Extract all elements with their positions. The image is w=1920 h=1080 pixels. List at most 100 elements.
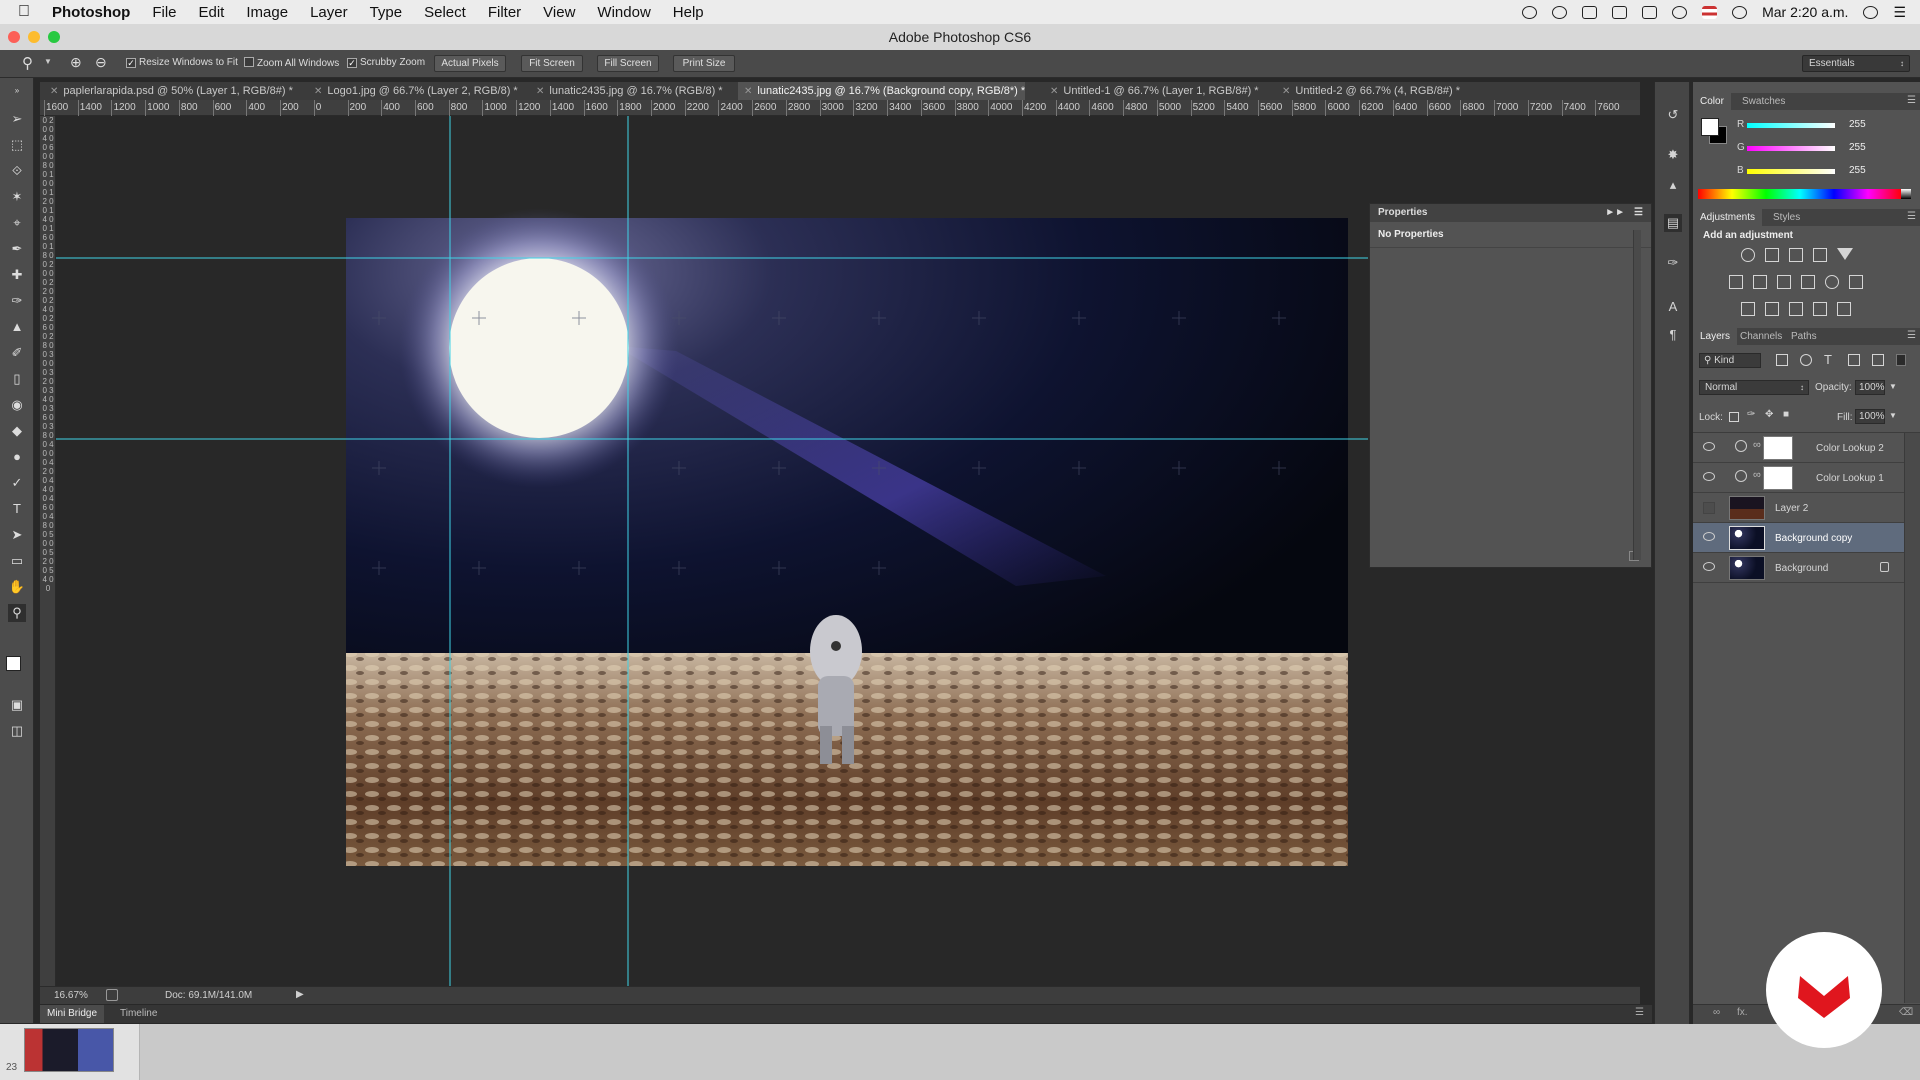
layer-row-background[interactable]: Background [1693, 553, 1904, 583]
link-layers-icon[interactable]: ∞ [1713, 1007, 1720, 1018]
properties-panel-header[interactable]: Properties ►► ☰ [1370, 204, 1651, 222]
character-panel-icon[interactable]: A [1664, 298, 1682, 316]
blend-mode-select[interactable]: Normal ↕ [1699, 380, 1809, 395]
menu-file[interactable]: File [152, 4, 176, 21]
menu-app-photoshop[interactable]: Photoshop [52, 4, 130, 21]
resize-windows-checkbox[interactable]: ✓ Resize Windows to Fit [126, 57, 238, 68]
hand-tool-icon[interactable]: ✋ [8, 578, 26, 596]
horizontal-ruler[interactable]: 1600 1400 1200 1000 800 600 400 200 0 200 400 600 80… [40, 100, 1640, 116]
lock-transparent-icon[interactable] [1729, 412, 1739, 422]
filter-adjustment-icon[interactable] [1800, 354, 1812, 366]
layer-row-layer-2[interactable]: Layer 2 [1693, 493, 1904, 523]
mini-bridge-thumbnail-area[interactable]: 23 [0, 1024, 140, 1080]
lock-position-icon[interactable]: ✥ [1765, 409, 1773, 420]
fill-input[interactable]: 100% [1855, 409, 1885, 424]
close-tab-icon[interactable]: ✕ [744, 86, 752, 97]
layer-thumbnail[interactable] [1729, 556, 1765, 580]
menu-layer[interactable]: Layer [310, 4, 348, 21]
close-tab-icon[interactable]: ✕ [1282, 86, 1290, 97]
tab-paplerlarapida[interactable]: ✕ paplerlarapida.psd @ 50% (Layer 1, RGB/… [44, 82, 293, 100]
color-balance-adjustment-icon[interactable] [1753, 275, 1767, 289]
sync-icon[interactable] [1552, 5, 1568, 19]
green-value[interactable]: 255 [1849, 142, 1877, 153]
panel-menu-icon[interactable]: ☰ [1907, 95, 1916, 106]
airplay-icon[interactable] [1642, 5, 1658, 19]
rectangle-tool-icon[interactable]: ▭ [8, 552, 26, 570]
properties-panel-icon[interactable]: ▤ [1664, 214, 1682, 232]
brush-tool-icon[interactable]: ✑ [8, 292, 26, 310]
tab-untitled-2[interactable]: ✕ Untitled-2 @ 66.7% (4, RGB/8#) * [1276, 82, 1460, 100]
tab-swatches[interactable]: Swatches [1735, 93, 1792, 110]
marquee-tool-icon[interactable]: ⬚ [8, 136, 26, 154]
tab-channels[interactable]: Channels [1733, 328, 1789, 345]
photo-filter-adjustment-icon[interactable] [1801, 275, 1815, 289]
filter-pixel-icon[interactable] [1776, 354, 1788, 366]
battery-icon[interactable] [1612, 5, 1628, 19]
black-white-adjustment-icon[interactable] [1777, 275, 1791, 289]
photo-image[interactable] [346, 208, 1348, 866]
quick-selection-tool-icon[interactable]: ✶ [8, 188, 26, 206]
layer-row-color-lookup-1[interactable]: ∞ Color Lookup 1 [1693, 463, 1904, 493]
layer-kind-filter[interactable]: ⚲ Kind [1699, 353, 1761, 368]
layer-style-fx-icon[interactable]: fx. [1737, 1007, 1748, 1018]
layer-row-background-copy[interactable]: Background copy [1693, 523, 1904, 553]
close-tab-icon[interactable]: ✕ [314, 86, 322, 97]
print-size-button[interactable]: Print Size [673, 55, 735, 72]
history-brush-tool-icon[interactable]: ✐ [8, 344, 26, 362]
status-menu-arrow-icon[interactable]: ▶ [296, 989, 304, 1000]
lock-pixels-icon[interactable]: ✑ [1747, 409, 1755, 420]
collapse-toolbar-icon[interactable]: » [8, 82, 26, 100]
color-spectrum-ramp[interactable] [1698, 189, 1902, 199]
layers-scrollbar[interactable] [1904, 433, 1920, 1003]
menu-type[interactable]: Type [370, 4, 403, 21]
screen-mode-icon[interactable]: ◫ [8, 722, 26, 740]
zoom-out-icon[interactable]: ⊖ [95, 54, 107, 71]
stamp-tool-icon[interactable]: ▲ [8, 318, 26, 336]
layer-mask-thumbnail[interactable] [1763, 436, 1793, 460]
filter-smart-object-icon[interactable] [1872, 354, 1884, 366]
tab-untitled-1[interactable]: ✕ Untitled-1 @ 66.7% (Layer 1, RGB/8#) * [1044, 82, 1259, 100]
crop-tool-icon[interactable]: ⌖ [8, 214, 26, 232]
color-foreground-swatch[interactable] [1701, 118, 1719, 136]
flag-icon[interactable] [1702, 5, 1718, 19]
gradient-map-adjustment-icon[interactable] [1837, 302, 1851, 316]
close-tab-icon[interactable]: ✕ [1050, 86, 1058, 97]
menu-image[interactable]: Image [246, 4, 288, 21]
filter-toggle-icon[interactable] [1896, 354, 1906, 366]
zoom-tool-preset-icon[interactable]: ⚲ [22, 54, 33, 72]
curves-adjustment-icon[interactable] [1789, 248, 1803, 262]
zoom-level[interactable]: 16.67% [54, 990, 88, 1001]
fill-screen-button[interactable]: Fill Screen [597, 55, 659, 72]
panel-menu-icon[interactable]: ☰ [1634, 204, 1643, 222]
zoom-all-windows-checkbox[interactable]: Zoom All Windows [244, 57, 339, 69]
tab-layers[interactable]: Layers [1693, 328, 1738, 345]
scrubby-zoom-checkbox[interactable]: ✓ Scrubby Zoom [347, 57, 425, 68]
tab-styles[interactable]: Styles [1766, 209, 1807, 226]
fill-dropdown-icon[interactable]: ▼ [1889, 411, 1897, 420]
menu-help[interactable]: Help [673, 4, 704, 21]
invert-adjustment-icon[interactable] [1741, 302, 1755, 316]
record-icon[interactable] [1522, 5, 1538, 19]
notification-list-icon[interactable]: ☰ [1893, 4, 1906, 21]
eye-icon[interactable] [1703, 442, 1715, 451]
red-slider[interactable] [1747, 123, 1835, 128]
close-tab-icon[interactable]: ✕ [536, 86, 544, 97]
eyedropper-tool-icon[interactable]: ✒ [8, 240, 26, 258]
layer-name[interactable]: Color Lookup 1 [1816, 473, 1884, 484]
tab-lunatic-rgb[interactable]: ✕ lunatic2435.jpg @ 16.7% (RGB/8) * [530, 82, 723, 100]
collapse-panel-icon[interactable]: ►► [1605, 204, 1625, 222]
info-panel-icon[interactable]: ✸ [1664, 146, 1682, 164]
tab-color[interactable]: Color [1693, 93, 1731, 110]
layer-name[interactable]: Color Lookup 2 [1816, 443, 1884, 454]
path-selection-tool-icon[interactable]: ➤ [8, 526, 26, 544]
channel-mixer-adjustment-icon[interactable] [1825, 275, 1839, 289]
menu-filter[interactable]: Filter [488, 4, 521, 21]
selective-color-adjustment-icon[interactable] [1813, 302, 1827, 316]
blue-slider[interactable] [1747, 169, 1835, 174]
quick-mask-icon[interactable]: ▣ [8, 696, 26, 714]
healing-brush-tool-icon[interactable]: ✚ [8, 266, 26, 284]
tab-paths[interactable]: Paths [1784, 328, 1824, 345]
actual-pixels-button[interactable]: Actual Pixels [434, 55, 506, 72]
layer-thumbnail[interactable] [1729, 526, 1765, 550]
black-white-ramp[interactable] [1901, 189, 1911, 199]
